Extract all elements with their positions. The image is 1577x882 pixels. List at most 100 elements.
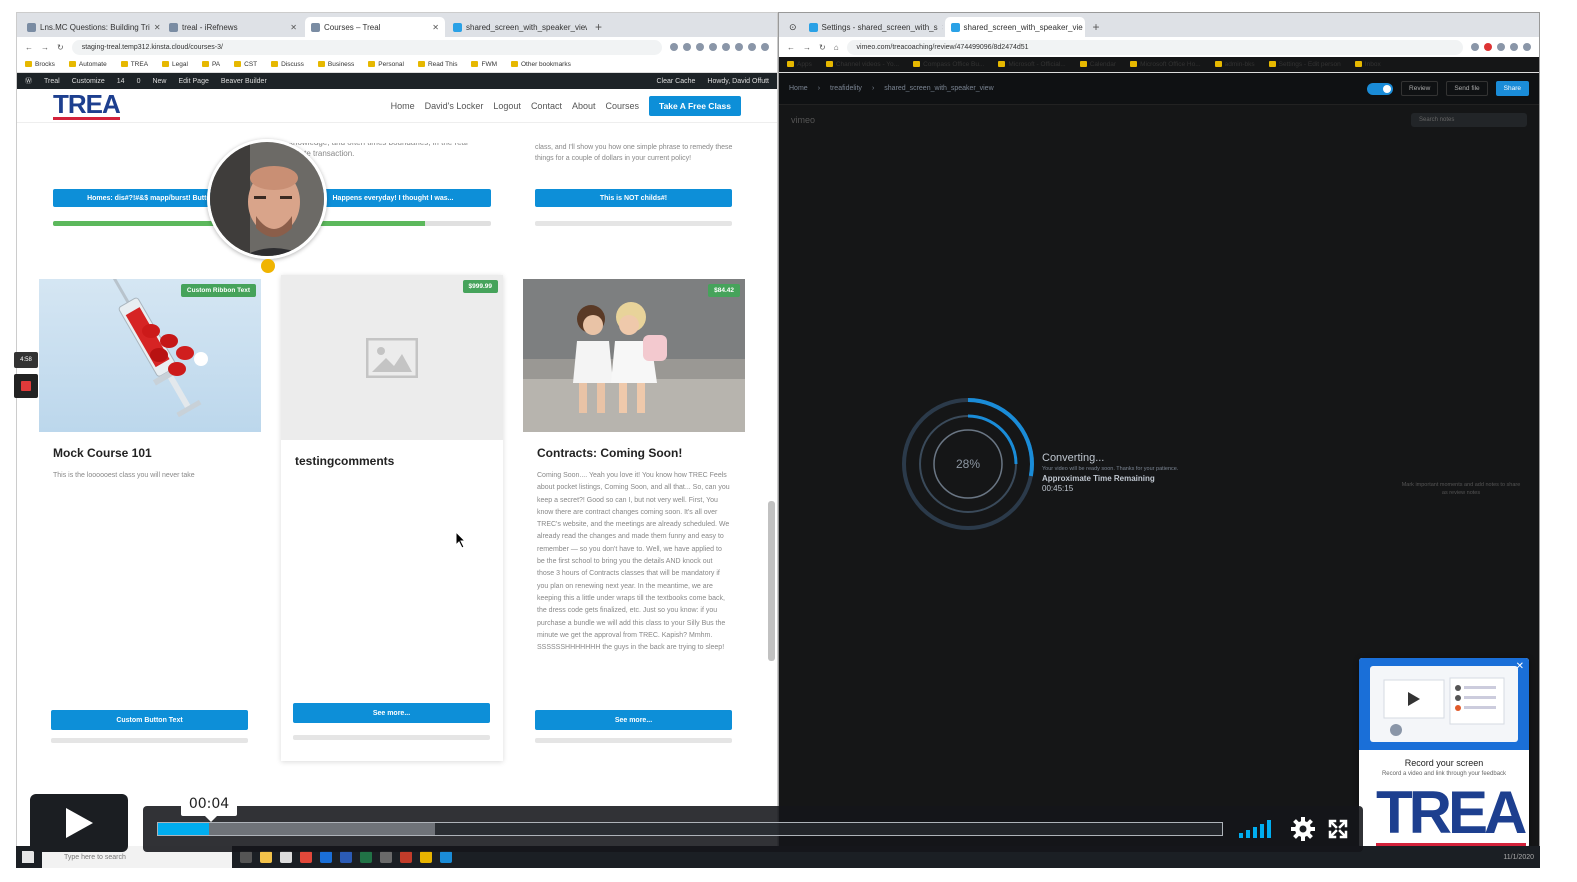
- card-title[interactable]: Mock Course 101: [53, 446, 247, 460]
- back-icon[interactable]: ←: [25, 43, 33, 52]
- free-class-button[interactable]: Take A Free Class: [649, 95, 741, 116]
- bookmark-item[interactable]: Compass Office Bu...: [913, 61, 984, 68]
- left-tab-4[interactable]: shared_screen_with_speaker_view✕: [447, 17, 587, 37]
- back-icon[interactable]: ←: [787, 43, 795, 52]
- tab-close-icon[interactable]: ✕: [154, 23, 161, 32]
- progress-scrubber[interactable]: [157, 822, 1223, 836]
- notes-search-input[interactable]: Search notes: [1411, 113, 1527, 127]
- tray-clock[interactable]: 11/1/2020: [1503, 854, 1534, 861]
- forward-icon[interactable]: →: [803, 43, 811, 52]
- play-button[interactable]: [30, 794, 128, 852]
- wp-logo-icon[interactable]: Ⓦ: [25, 76, 32, 86]
- bookmark-item[interactable]: Microsoft Office Ho...: [1130, 61, 1201, 68]
- home-icon[interactable]: ⌂: [834, 43, 839, 52]
- settings-gear-icon[interactable]: [1290, 816, 1316, 842]
- page-scrollbar[interactable]: [768, 501, 775, 661]
- breadcrumb-folder[interactable]: treafidelity: [830, 85, 862, 92]
- left-url-bar[interactable]: staging-treal.temp312.kinsta.cloud/cours…: [71, 39, 662, 55]
- wp-admin-item[interactable]: Edit Page: [179, 78, 209, 85]
- reload-icon[interactable]: ↻: [57, 43, 64, 52]
- left-tab-2[interactable]: treal - iRefnews ✕: [163, 17, 303, 37]
- app-icon[interactable]: [440, 851, 452, 863]
- right-tab-2[interactable]: shared_screen_with_speaker_vie ✕: [944, 17, 1085, 37]
- review-button[interactable]: Review: [1401, 81, 1439, 96]
- nav-contact[interactable]: Contact: [531, 101, 562, 111]
- file-explorer-icon[interactable]: [260, 851, 272, 863]
- windows-start-icon[interactable]: [22, 851, 34, 863]
- bookmark-item[interactable]: admin-bks: [1215, 61, 1255, 68]
- wp-admin-item[interactable]: Customize: [72, 78, 105, 85]
- tab-search-icon[interactable]: ⊙: [783, 22, 803, 37]
- wp-admin-item[interactable]: Howdy, David Offutt: [707, 78, 769, 85]
- reload-icon[interactable]: ↻: [819, 43, 826, 52]
- bookmark-item[interactable]: FWM: [471, 61, 497, 68]
- new-tab-icon[interactable]: +: [589, 20, 608, 37]
- promo-close-icon[interactable]: ✕: [1516, 661, 1524, 672]
- nav-home[interactable]: Home: [391, 101, 415, 111]
- word-icon[interactable]: [340, 851, 352, 863]
- bookmark-item[interactable]: Discuss: [271, 61, 304, 68]
- wp-admin-item[interactable]: Beaver Builder: [221, 78, 267, 85]
- site-logo[interactable]: TREA: [53, 91, 121, 120]
- bookmark-item[interactable]: CST: [234, 61, 257, 68]
- tab-close-icon[interactable]: ✕: [942, 23, 943, 32]
- course-card-mock-101[interactable]: Custom Ribbon Text Mock Course 101 This …: [39, 279, 261, 749]
- course-card-testingcomments[interactable]: $999.99 testingcomments See more...: [281, 275, 503, 761]
- right-url-bar[interactable]: vimeo.com/treacoaching/review/474499096/…: [846, 39, 1463, 55]
- card-title[interactable]: Contracts: Coming Soon!: [537, 446, 731, 460]
- card-button[interactable]: See more...: [535, 710, 732, 730]
- new-tab-icon[interactable]: +: [1087, 20, 1106, 37]
- breadcrumb-home[interactable]: Home: [789, 85, 808, 92]
- store-icon[interactable]: [280, 851, 292, 863]
- wp-admin-item[interactable]: 14: [117, 78, 125, 85]
- wp-admin-item[interactable]: Clear Cache: [656, 78, 695, 85]
- bookmark-item[interactable]: Microsoft - Official...: [998, 61, 1065, 68]
- left-tab-3[interactable]: Courses – Treal ✕: [305, 17, 445, 37]
- top-course-button-3[interactable]: This is NOT childs#!: [535, 189, 732, 207]
- card-title[interactable]: testingcomments: [295, 454, 489, 468]
- volume-icon[interactable]: [1238, 818, 1276, 840]
- bookmark-item[interactable]: TREA: [121, 61, 148, 68]
- chrome-icon[interactable]: [300, 851, 312, 863]
- course-card-contracts[interactable]: $84.42 Contracts: Coming Soon! Coming So…: [523, 279, 745, 749]
- bookmark-item[interactable]: Inbox: [1355, 61, 1381, 68]
- bookmark-item[interactable]: Other bookmarks: [511, 61, 571, 68]
- outlook-icon[interactable]: [320, 851, 332, 863]
- speaker-webcam-bubble[interactable]: [207, 139, 327, 259]
- bookmark-item[interactable]: Automate: [69, 61, 107, 68]
- left-tab-1[interactable]: Lns.MC Questions: Building Tri ✕: [21, 17, 161, 37]
- send-file-button[interactable]: Send file: [1446, 81, 1488, 96]
- bookmark-item[interactable]: Apps: [787, 61, 812, 68]
- app-icon[interactable]: [400, 851, 412, 863]
- share-button[interactable]: Share: [1495, 81, 1529, 96]
- task-view-icon[interactable]: [240, 851, 252, 863]
- nav-logout[interactable]: Logout: [493, 101, 521, 111]
- wp-admin-item[interactable]: New: [152, 78, 166, 85]
- review-toggle[interactable]: [1367, 82, 1394, 95]
- bookmark-item[interactable]: Settings - Edit person: [1269, 61, 1341, 68]
- fullscreen-icon[interactable]: [1328, 819, 1348, 839]
- tab-close-icon[interactable]: ✕: [290, 23, 297, 32]
- tab-close-icon[interactable]: ✕: [432, 23, 439, 32]
- recorder-stop-button[interactable]: [14, 374, 38, 398]
- bookmark-item[interactable]: Legal: [162, 61, 188, 68]
- wp-admin-item[interactable]: Treal: [44, 78, 60, 85]
- wp-admin-item[interactable]: 0: [137, 78, 141, 85]
- bookmark-item[interactable]: Calendar: [1080, 61, 1116, 68]
- right-tab-1[interactable]: Settings - shared_screen_with_s ✕: [803, 17, 943, 37]
- bookmark-item[interactable]: Personal: [368, 61, 404, 68]
- bookmark-item[interactable]: Business: [318, 61, 354, 68]
- bookmark-item[interactable]: Channel videos - Yo...: [826, 61, 899, 68]
- excel-icon[interactable]: [360, 851, 372, 863]
- nav-about[interactable]: About: [572, 101, 596, 111]
- bookmark-item[interactable]: Read This: [418, 61, 458, 68]
- bookmark-item[interactable]: PA: [202, 61, 220, 68]
- app-icon[interactable]: [380, 851, 392, 863]
- app-icon[interactable]: [420, 851, 432, 863]
- forward-icon[interactable]: →: [41, 43, 49, 52]
- card-button[interactable]: Custom Button Text: [51, 710, 248, 730]
- nav-davids-locker[interactable]: David's Locker: [425, 101, 484, 111]
- nav-courses[interactable]: Courses: [606, 101, 640, 111]
- card-button[interactable]: See more...: [293, 703, 490, 723]
- bookmark-item[interactable]: Brocks: [25, 61, 55, 68]
